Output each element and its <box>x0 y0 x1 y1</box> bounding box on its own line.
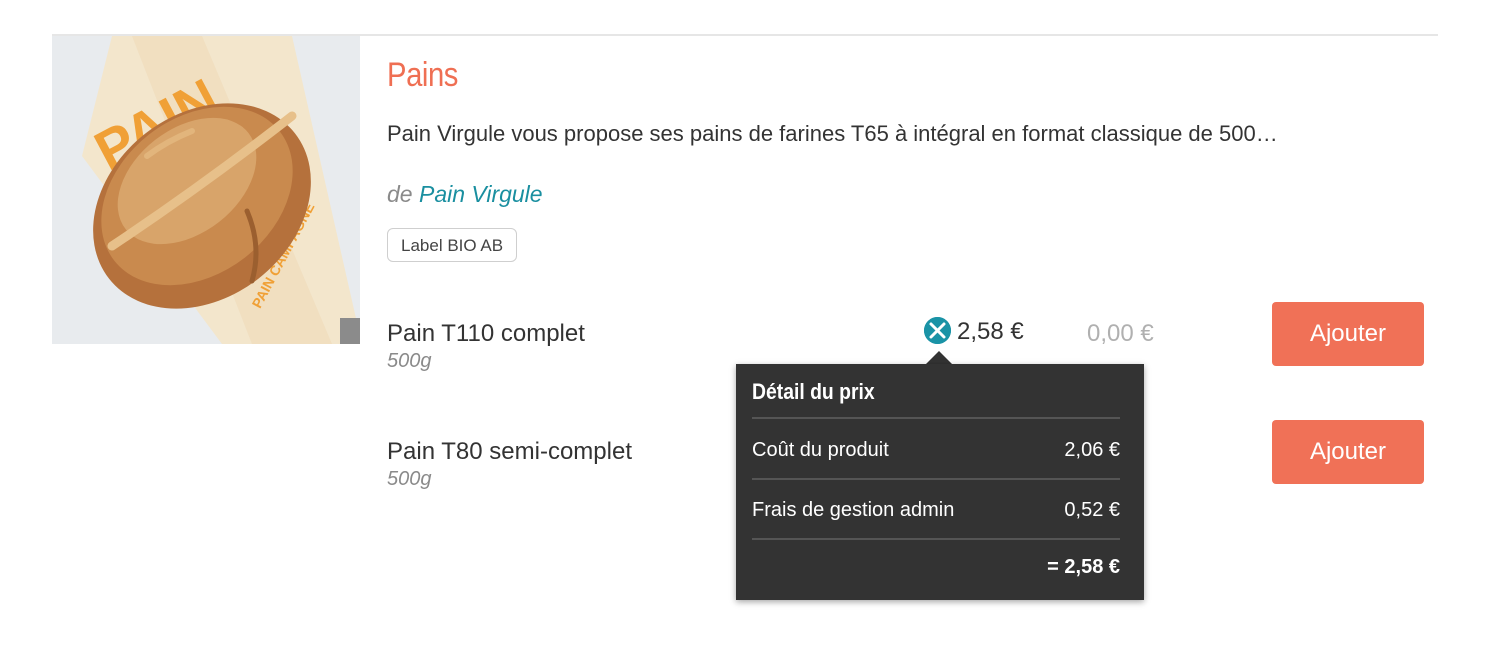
line-total: 0,00 € <box>1087 320 1154 347</box>
category-title: Pains <box>387 56 459 94</box>
tooltip-total: = 2,58 € <box>1047 556 1120 578</box>
unit-price: 2,58 € <box>957 318 1024 345</box>
price-info-icon[interactable] <box>924 317 951 344</box>
tooltip-row-label: Coût du produit <box>752 439 889 461</box>
tooltip-row-label: Frais de gestion admin <box>752 499 955 521</box>
tooltip-divider <box>752 538 1120 540</box>
tooltip-row-value: 0,52 € <box>1064 499 1120 521</box>
label-badge: Label BIO AB <box>387 228 518 262</box>
byline-prefix: de <box>387 181 413 207</box>
product-name: Pain T80 semi-complet <box>387 438 632 465</box>
category-description: Pain Virgule vous propose ses pains de f… <box>387 121 1278 146</box>
add-to-cart-button[interactable]: Ajouter <box>1272 302 1424 366</box>
price-detail-tooltip: Détail du prix Coût du produit 2,06 € Fr… <box>736 364 1144 600</box>
tooltip-divider <box>752 417 1120 419</box>
product-weight: 500g <box>387 468 432 490</box>
tooltip-title: Détail du prix <box>752 379 875 404</box>
producer-link[interactable]: Pain Virgule <box>419 181 543 207</box>
add-to-cart-button[interactable]: Ajouter <box>1272 420 1424 484</box>
producer-byline: de Pain Virgule <box>387 181 543 208</box>
product-name: Pain T110 complet <box>387 320 585 347</box>
product-weight: 500g <box>387 350 432 372</box>
tooltip-divider <box>752 478 1120 480</box>
bread-loaf-image: PAIN PAIN CAMPAGNE <box>52 36 360 344</box>
tooltip-row-value: 2,06 € <box>1064 439 1120 461</box>
tooltip-arrow <box>925 351 953 365</box>
